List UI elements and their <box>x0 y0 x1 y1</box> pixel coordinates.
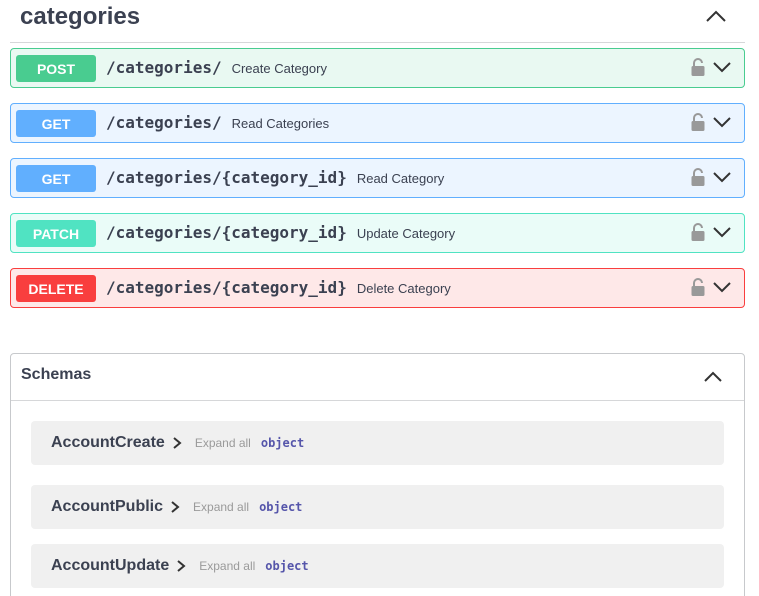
operation-summary: Create Category <box>231 61 327 76</box>
operation-post-categories[interactable]: POST /categories/Create Category <box>10 48 745 88</box>
model-type: object <box>265 559 309 573</box>
operation-path: /categories/Read Categories <box>106 113 330 132</box>
lock-icon[interactable] <box>690 167 706 187</box>
method-badge-delete: DELETE <box>16 275 96 302</box>
operation-summary: Read Category <box>356 171 445 186</box>
model-name: AccountCreate <box>51 434 165 451</box>
operation-summary: Delete Category <box>356 281 451 296</box>
lock-icon[interactable] <box>690 277 706 297</box>
model-type: object <box>259 500 303 514</box>
operation-path: /categories/Create Category <box>106 58 327 77</box>
operation-path: /categories/{category_id} Update Category <box>106 223 456 242</box>
operation-patch-category[interactable]: PATCH /categories/{category_id} Update Ca… <box>10 213 745 253</box>
model-account-public[interactable]: AccountPublic Expand all object <box>31 485 724 529</box>
lock-icon[interactable] <box>690 112 706 132</box>
operation-summary: Read Categories <box>231 116 330 131</box>
method-badge-patch: PATCH <box>16 220 96 247</box>
operation-path: /categories/{category_id} Read Category <box>106 168 445 187</box>
lock-icon[interactable] <box>690 222 706 242</box>
chevron-right-icon[interactable] <box>171 436 183 450</box>
schemas-title: Schemas <box>21 366 92 383</box>
expand-all-link[interactable]: Expand all <box>199 559 255 573</box>
chevron-up-icon[interactable] <box>702 368 724 386</box>
model-name: AccountPublic <box>51 498 164 515</box>
tag-header-categories[interactable]: categories <box>10 0 745 43</box>
chevron-down-icon[interactable] <box>712 114 732 130</box>
operation-get-category[interactable]: GET /categories/{category_id} Read Catego… <box>10 158 745 198</box>
chevron-right-icon[interactable] <box>169 500 181 514</box>
model-name: AccountUpdate <box>51 557 170 574</box>
schemas-section: Schemas AccountCreate Expand all object … <box>10 353 745 596</box>
operation-delete-category[interactable]: DELETE /categories/{category_id} Delete C… <box>10 268 745 308</box>
model-type: object <box>260 436 305 450</box>
expand-all-link[interactable]: Expand all <box>193 500 249 514</box>
model-account-update[interactable]: AccountUpdate Expand all object <box>31 544 724 588</box>
method-badge-post: POST <box>16 55 96 82</box>
chevron-down-icon[interactable] <box>712 224 732 240</box>
operation-get-categories[interactable]: GET /categories/Read Categories <box>10 103 745 143</box>
chevron-down-icon[interactable] <box>712 59 732 75</box>
chevron-up-icon[interactable] <box>703 6 729 26</box>
operation-summary: Update Category <box>356 226 456 241</box>
lock-icon[interactable] <box>690 57 706 77</box>
chevron-right-icon[interactable] <box>175 559 187 573</box>
operation-path: /categories/{category_id} Delete Category <box>106 278 451 297</box>
chevron-down-icon[interactable] <box>712 279 732 295</box>
tag-title: categories <box>20 3 141 30</box>
chevron-down-icon[interactable] <box>712 169 732 185</box>
method-badge-get: GET <box>16 165 96 192</box>
expand-all-link[interactable]: Expand all <box>195 436 251 450</box>
method-badge-get: GET <box>16 110 96 137</box>
model-account-create[interactable]: AccountCreate Expand all object <box>31 421 724 465</box>
schemas-header[interactable]: Schemas <box>11 354 744 401</box>
